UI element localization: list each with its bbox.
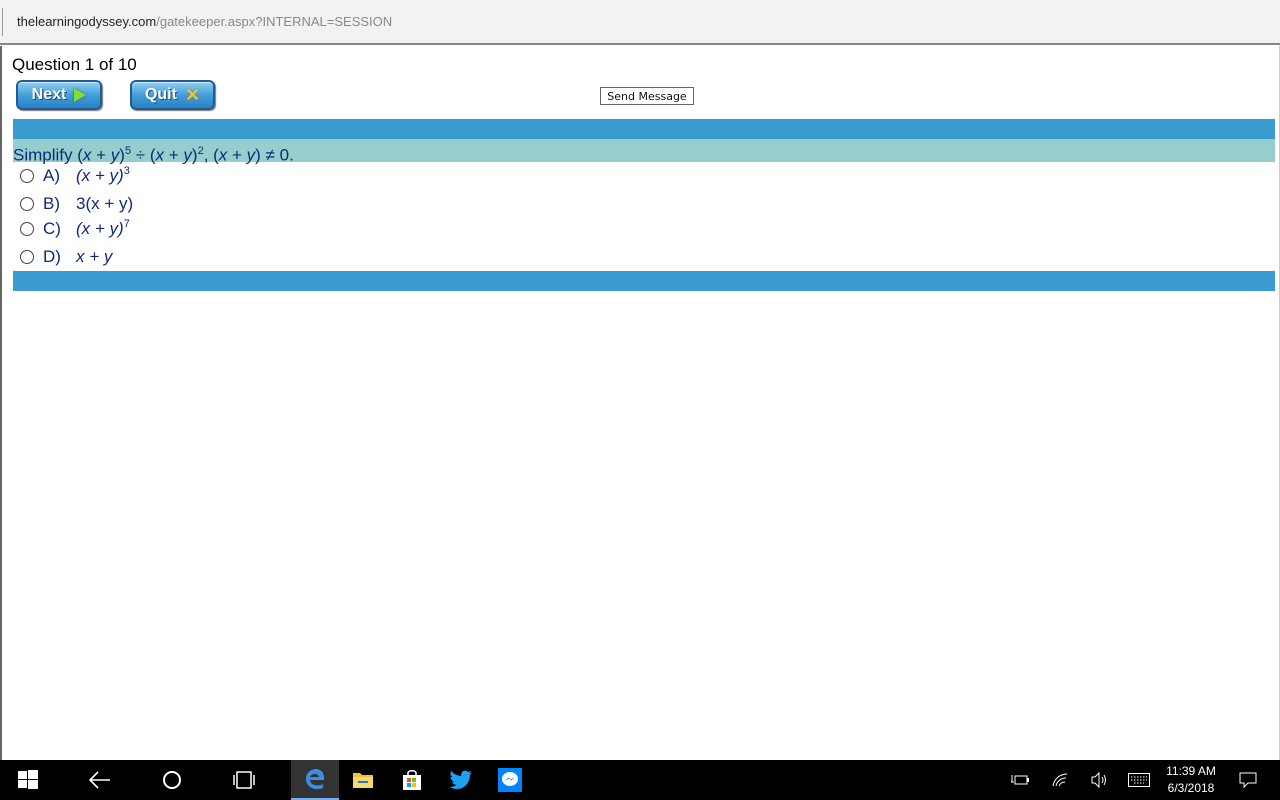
volume-icon[interactable] [1088, 760, 1112, 800]
question-plus2: + [164, 145, 184, 165]
comma-open: , ( [203, 145, 219, 165]
option-letter: C) [43, 219, 61, 238]
twitter-icon[interactable] [437, 760, 485, 800]
messenger-icon[interactable] [486, 760, 534, 800]
keyboard-icon[interactable] [1126, 760, 1152, 800]
next-button[interactable]: Next [16, 80, 102, 110]
option-exponent: 7 [123, 218, 130, 230]
battery-icon[interactable] [1008, 760, 1032, 800]
option-c[interactable]: C) (x + y) 7 [20, 217, 130, 241]
option-letter: B) [43, 194, 60, 213]
question-var-x2: x [155, 145, 165, 165]
store-icon[interactable] [388, 760, 436, 800]
taskbar-clock[interactable]: 11:39 AM 6/3/2018 [1160, 763, 1222, 797]
address-bar-divider [2, 8, 3, 36]
option-d[interactable]: D) x + y [20, 245, 112, 269]
question-var-y3: y [246, 145, 256, 165]
back-icon[interactable] [76, 760, 124, 800]
send-message-button[interactable]: Send Message [600, 87, 694, 105]
quit-button[interactable]: Quit ✕ [130, 80, 215, 110]
notifications-icon[interactable] [1236, 760, 1260, 800]
option-text: (x + y) [76, 219, 124, 238]
option-text: 3(x + y) [76, 194, 134, 213]
close-x-icon: ✕ [184, 84, 201, 105]
question-counter: Question 1 of 10 [12, 55, 137, 74]
header-bar [13, 119, 1275, 139]
question-prefix: Simplify ( [13, 145, 83, 165]
quit-button-label: Quit [144, 86, 177, 103]
option-a[interactable]: A) (x + y) 3 [20, 164, 130, 188]
question-plus3: + [227, 145, 247, 165]
page-content: Question 1 of 10 Next Quit ✕ Send Messag… [0, 46, 1280, 760]
footer-bar [13, 271, 1275, 291]
next-button-label: Next [31, 86, 67, 103]
question-divide: ÷ ( [131, 145, 156, 165]
question-var-y2: y [183, 145, 192, 165]
option-letter: D) [43, 247, 61, 266]
browser-address-bar[interactable]: thelearningodyssey.com/gatekeeper.aspx?I… [0, 0, 1280, 45]
windows-taskbar: 11:39 AM 6/3/2018 [0, 760, 1280, 800]
radio-option-b[interactable] [20, 197, 34, 211]
windows-start-icon[interactable] [4, 760, 52, 800]
option-text: (x + y) [76, 166, 124, 185]
url-host: thelearningodyssey.com [17, 14, 157, 29]
clock-time: 11:39 AM [1166, 764, 1216, 778]
option-text: x + y [76, 247, 113, 266]
question-condition: ) ≠ 0. [255, 145, 294, 165]
question-plus: + [91, 145, 111, 165]
option-letter: A) [43, 166, 60, 185]
option-b[interactable]: B) 3(x + y) [20, 192, 133, 216]
edge-icon[interactable] [291, 760, 339, 800]
task-view-icon[interactable] [220, 760, 268, 800]
radio-option-c[interactable] [20, 222, 34, 236]
radio-option-d[interactable] [20, 250, 34, 264]
question-var-y: y [110, 145, 120, 165]
option-exponent: 3 [123, 165, 130, 177]
file-explorer-icon[interactable] [339, 760, 387, 800]
radio-option-a[interactable] [20, 169, 34, 183]
url-path: /gatekeeper.aspx?INTERNAL=SESSION [156, 14, 393, 29]
wifi-icon[interactable] [1048, 760, 1072, 800]
play-arrow-icon [74, 88, 87, 102]
url-text[interactable]: thelearningodyssey.com/gatekeeper.aspx?I… [17, 14, 392, 29]
cortana-icon[interactable] [148, 760, 196, 800]
question-text: Simplify (x + y)5 ÷ (x + y)2, (x + y) ≠ … [13, 139, 1275, 165]
clock-date: 6/3/2018 [1167, 781, 1215, 795]
